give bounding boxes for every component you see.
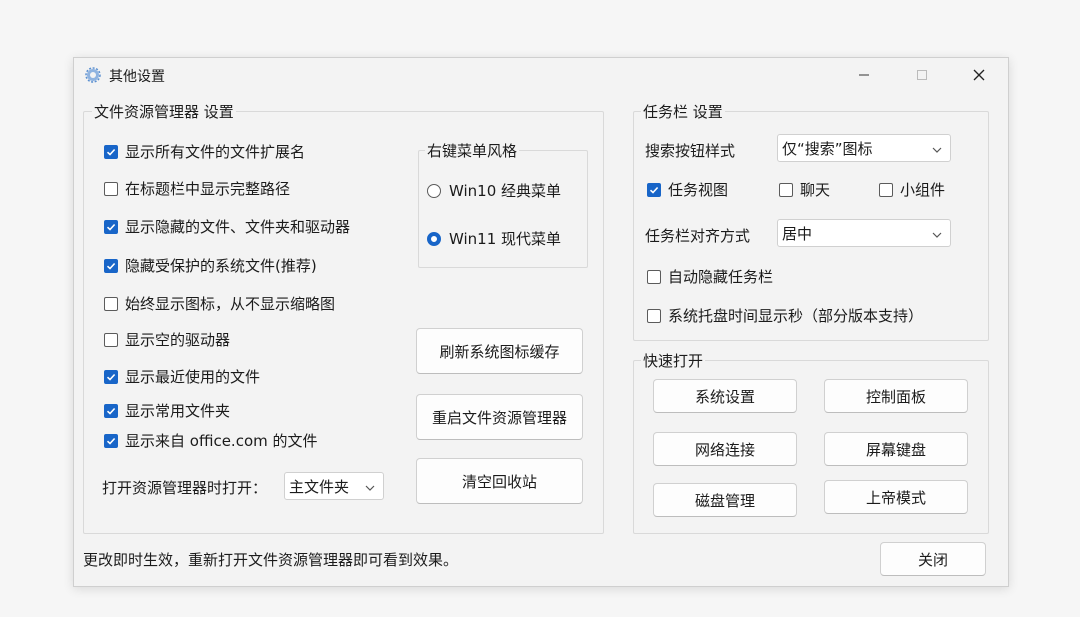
radio-label: Win11 现代菜单	[449, 230, 562, 248]
open-explorer-select[interactable]: 主文件夹	[284, 472, 384, 500]
option-label: 任务视图	[668, 181, 729, 199]
option-show-hidden[interactable]: 显示隐藏的文件、文件夹和驱动器	[104, 216, 350, 237]
option-office-files[interactable]: 显示来自 office.com 的文件	[104, 430, 318, 451]
title-bar: 其他设置	[74, 58, 1008, 92]
chevron-down-icon	[932, 224, 942, 242]
disk-management-button[interactable]: 磁盘管理	[653, 483, 797, 517]
option-label: 显示常用文件夹	[125, 402, 231, 420]
option-always-icons[interactable]: 始终显示图标，从不显示缩略图	[104, 293, 335, 314]
search-style-value: 仅“搜索”图标	[782, 139, 873, 158]
checkbox[interactable]	[104, 403, 118, 418]
minimize-button[interactable]	[854, 66, 874, 84]
checkbox[interactable]	[647, 269, 661, 284]
close-icon[interactable]	[969, 66, 989, 84]
radio-win11-modern[interactable]: Win11 现代菜单	[427, 228, 561, 249]
option-hide-protected[interactable]: 隐藏受保护的系统文件(推荐)	[104, 255, 317, 276]
option-chat[interactable]: 聊天	[779, 179, 830, 200]
option-recent-files[interactable]: 显示最近使用的文件	[104, 366, 260, 387]
option-label: 显示空的驱动器	[125, 331, 231, 349]
option-task-view[interactable]: 任务视图	[647, 179, 728, 200]
option-frequent-folders[interactable]: 显示常用文件夹	[104, 400, 230, 421]
checkbox[interactable]	[104, 369, 118, 384]
radio-label: Win10 经典菜单	[449, 182, 562, 200]
option-widgets[interactable]: 小组件	[879, 179, 945, 200]
open-explorer-value: 主文件夹	[289, 477, 350, 496]
on-screen-keyboard-button[interactable]: 屏幕键盘	[824, 432, 968, 466]
close-button[interactable]: 关闭	[880, 542, 986, 576]
checkbox[interactable]	[879, 182, 893, 197]
checkbox[interactable]	[104, 258, 118, 273]
search-style-label: 搜索按钮样式	[645, 142, 736, 160]
search-style-select[interactable]: 仅“搜索”图标	[777, 134, 951, 162]
checkbox[interactable]	[104, 433, 118, 448]
option-show-extensions[interactable]: 显示所有文件的文件扩展名	[104, 141, 305, 162]
option-empty-drives[interactable]: 显示空的驱动器	[104, 329, 230, 350]
refresh-icon-cache-button[interactable]: 刷新系统图标缓存	[416, 328, 583, 374]
status-text: 更改即时生效，重新打开文件资源管理器即可看到效果。	[83, 551, 459, 569]
option-label: 系统托盘时间显示秒（部分版本支持）	[668, 307, 924, 325]
taskbar-align-value: 居中	[782, 224, 813, 243]
option-label: 始终显示图标，从不显示缩略图	[125, 295, 336, 313]
context-menu-group	[418, 150, 588, 268]
taskbar-align-select[interactable]: 居中	[777, 219, 951, 247]
option-label: 聊天	[800, 181, 831, 199]
option-label: 显示所有文件的文件扩展名	[125, 143, 306, 161]
network-connections-button[interactable]: 网络连接	[653, 432, 797, 466]
checkbox[interactable]	[104, 144, 118, 159]
radio-button[interactable]	[427, 231, 441, 246]
checkbox[interactable]	[104, 219, 118, 234]
context-menu-legend: 右键菜单风格	[425, 140, 520, 161]
checkbox[interactable]	[779, 182, 793, 197]
checkbox[interactable]	[647, 308, 661, 323]
chevron-down-icon	[932, 139, 942, 157]
restart-explorer-button[interactable]: 重启文件资源管理器	[416, 394, 583, 440]
option-label: 自动隐藏任务栏	[668, 268, 774, 286]
empty-recycle-bin-button[interactable]: 清空回收站	[416, 458, 583, 504]
option-label: 小组件	[900, 181, 946, 199]
settings-window: 其他设置 文件资源管理器 设置 显示所有文件的文件扩展名 在标题栏中显示完整路径…	[73, 57, 1009, 587]
radio-button[interactable]	[427, 183, 441, 198]
option-full-path[interactable]: 在标题栏中显示完整路径	[104, 178, 290, 199]
app-gear-icon	[85, 67, 101, 87]
maximize-button[interactable]	[912, 66, 932, 84]
control-panel-button[interactable]: 控制面板	[824, 379, 968, 413]
option-label: 显示来自 office.com 的文件	[125, 432, 318, 450]
window-title: 其他设置	[109, 69, 165, 85]
radio-win10-classic[interactable]: Win10 经典菜单	[427, 180, 561, 201]
option-show-seconds[interactable]: 系统托盘时间显示秒（部分版本支持）	[647, 305, 923, 326]
option-label: 隐藏受保护的系统文件(推荐)	[125, 257, 317, 275]
option-label: 显示最近使用的文件	[125, 368, 261, 386]
checkbox[interactable]	[647, 182, 661, 197]
taskbar-align-label: 任务栏对齐方式	[645, 227, 751, 245]
checkbox[interactable]	[104, 181, 118, 196]
option-label: 显示隐藏的文件、文件夹和驱动器	[125, 218, 351, 236]
open-explorer-label: 打开资源管理器时打开：	[102, 479, 268, 497]
option-label: 在标题栏中显示完整路径	[125, 180, 291, 198]
system-settings-button[interactable]: 系统设置	[653, 379, 797, 413]
quick-open-legend: 快速打开	[641, 350, 706, 371]
checkbox[interactable]	[104, 332, 118, 347]
checkbox[interactable]	[104, 296, 118, 311]
god-mode-button[interactable]: 上帝模式	[824, 480, 968, 514]
option-auto-hide[interactable]: 自动隐藏任务栏	[647, 266, 773, 287]
explorer-settings-legend: 文件资源管理器 设置	[92, 101, 236, 122]
taskbar-settings-legend: 任务栏 设置	[641, 101, 725, 122]
chevron-down-icon	[365, 477, 375, 495]
